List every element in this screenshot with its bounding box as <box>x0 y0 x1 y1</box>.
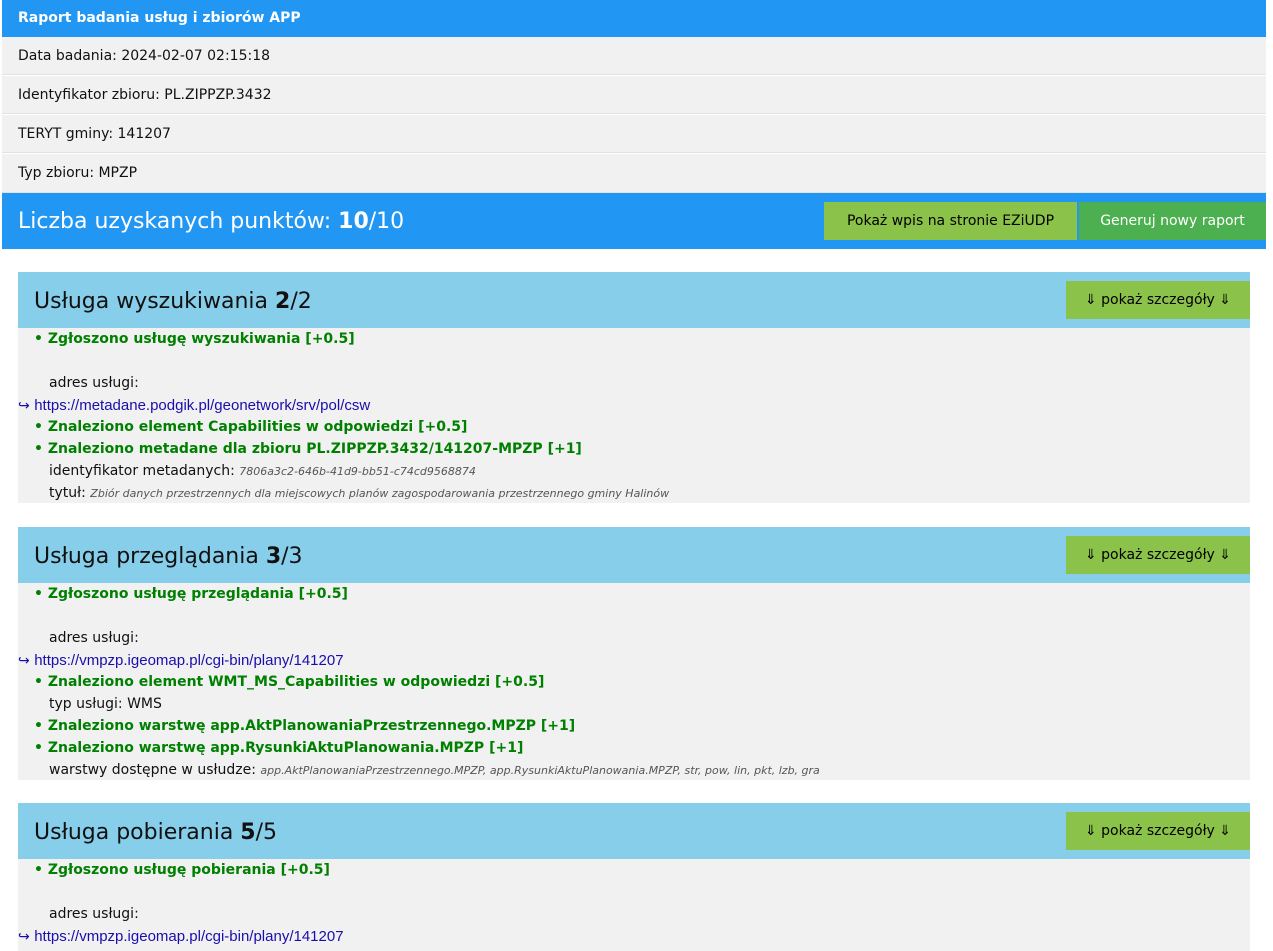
report-title-bar: Raport badania usług i zbiorów APP <box>2 0 1266 37</box>
view-service-link[interactable]: https://vmpzp.igeomap.pl/cgi-bin/plany/1… <box>34 652 343 669</box>
search-item-metadata: • Znaleziono metadane dla zbioru PL.ZIPP… <box>34 441 582 457</box>
view-details-button[interactable]: ⇓ pokaż szczegóły ⇓ <box>1066 536 1250 574</box>
download-address-label: adres usługi: <box>49 906 139 922</box>
view-title-label: Usługa przeglądania <box>34 544 266 569</box>
view-max: /3 <box>281 544 303 569</box>
view-item-layer-akt: • Znaleziono warstwę app.AktPlanowaniaPr… <box>34 718 576 734</box>
search-item-registered: • Zgłoszono usługę wyszukiwania [+0.5] <box>34 331 355 347</box>
layers-value: app.AktPlanowaniaPrzestrzennego.MPZP, ap… <box>260 764 820 777</box>
info-row-type: Typ zbioru: MPZP <box>2 154 1266 193</box>
search-service-link[interactable]: https://metadane.podgik.pl/geonetwork/sr… <box>34 397 370 414</box>
download-max: /5 <box>255 820 278 845</box>
metadata-title-label: tytuł: <box>49 485 91 501</box>
generate-report-button[interactable]: Generuj nowy raport <box>1079 202 1266 240</box>
score-label: Liczba uzyskanych punktów: <box>18 209 339 234</box>
score-bar: Liczba uzyskanych punktów: 10/10 Pokaż w… <box>2 193 1266 249</box>
metadata-title-value: Zbiór danych przestrzennych dla miejscow… <box>90 487 670 500</box>
info-row-date: Data badania: 2024-02-07 02:15:18 <box>2 37 1266 75</box>
view-service-title: Usługa przeglądania 3/3 <box>34 527 303 587</box>
search-address-label: adres usługi: <box>49 375 139 391</box>
search-url-row: ↪ https://metadane.podgik.pl/geonetwork/… <box>18 397 370 414</box>
download-service-header: Usługa pobierania 5/5 ⇓ pokaż szczegóły … <box>18 803 1250 859</box>
total-score: Liczba uzyskanych punktów: 10/10 <box>18 193 404 251</box>
search-title-label: Usługa wyszukiwania <box>34 289 276 314</box>
search-service-body: • Zgłoszono usługę wyszukiwania [+0.5] a… <box>18 328 1250 503</box>
search-max: /2 <box>290 289 312 314</box>
teryt-code: TERYT gminy: 141207 <box>18 126 171 142</box>
score-max: /10 <box>368 209 405 234</box>
metadata-id-label: identyfikator metadanych: <box>49 463 240 479</box>
search-score: 2 <box>275 289 291 314</box>
link-arrow-icon: ↪ <box>18 398 30 414</box>
download-item-registered: • Zgłoszono usługę pobierania [+0.5] <box>34 862 330 878</box>
link-arrow-icon: ↪ <box>18 653 30 669</box>
view-service-header: Usługa przeglądania 3/3 ⇓ pokaż szczegół… <box>18 527 1250 583</box>
download-details-button[interactable]: ⇓ pokaż szczegóły ⇓ <box>1066 812 1250 850</box>
view-item-capabilities: • Znaleziono element WMT_MS_Capabilities… <box>34 674 545 690</box>
download-score: 5 <box>240 820 256 845</box>
view-service-type: typ usługi: WMS <box>49 696 162 712</box>
view-score: 3 <box>265 544 282 569</box>
download-service-link[interactable]: https://vmpzp.igeomap.pl/cgi-bin/plany/1… <box>34 928 343 945</box>
dataset-identifier: Identyfikator zbioru: PL.ZIPPZP.3432 <box>18 87 272 103</box>
view-layers: warstwy dostępne w usłudze: app.AktPlano… <box>49 762 820 778</box>
search-service-header: Usługa wyszukiwania 2/2 ⇓ pokaż szczegół… <box>18 272 1250 328</box>
report-title: Raport badania usług i zbiorów APP <box>18 10 301 26</box>
search-metadata-id: identyfikator metadanych: 7806a3c2-646b-… <box>49 463 476 479</box>
test-date: Data badania: 2024-02-07 02:15:18 <box>18 48 271 64</box>
show-ez-entry-button[interactable]: Pokaż wpis na stronie EZiUDP <box>824 202 1077 240</box>
info-row-teryt: TERYT gminy: 141207 <box>2 115 1266 153</box>
layers-label: warstwy dostępne w usłudze: <box>49 762 261 778</box>
view-service-body: • Zgłoszono usługę przeglądania [+0.5] a… <box>18 583 1250 780</box>
download-service-body: • Zgłoszono usługę pobierania [+0.5] adr… <box>18 859 1250 951</box>
download-url-row: ↪ https://vmpzp.igeomap.pl/cgi-bin/plany… <box>18 928 344 945</box>
download-title-label: Usługa pobierania <box>34 820 241 845</box>
score-value: 10 <box>338 209 369 234</box>
view-item-layer-rysunki: • Znaleziono warstwę app.RysunkiAktuPlan… <box>34 740 524 756</box>
dataset-type: Typ zbioru: MPZP <box>18 165 138 181</box>
search-metadata-title: tytuł: Zbiór danych przestrzennych dla m… <box>49 485 669 501</box>
search-service-title: Usługa wyszukiwania 2/2 <box>34 272 312 332</box>
search-item-capabilities: • Znaleziono element Capabilities w odpo… <box>34 419 468 435</box>
view-item-registered: • Zgłoszono usługę przeglądania [+0.5] <box>34 586 348 602</box>
view-address-label: adres usługi: <box>49 630 139 646</box>
metadata-id-value: 7806a3c2-646b-41d9-bb51-c74cd9568874 <box>239 465 476 478</box>
view-url-row: ↪ https://vmpzp.igeomap.pl/cgi-bin/plany… <box>18 652 344 669</box>
link-arrow-icon: ↪ <box>18 929 30 945</box>
info-row-identifier: Identyfikator zbioru: PL.ZIPPZP.3432 <box>2 76 1266 114</box>
search-details-button[interactable]: ⇓ pokaż szczegóły ⇓ <box>1066 281 1250 319</box>
report-page: Raport badania usług i zbiorów APP Data … <box>0 0 1273 951</box>
download-service-title: Usługa pobierania 5/5 <box>34 803 277 863</box>
